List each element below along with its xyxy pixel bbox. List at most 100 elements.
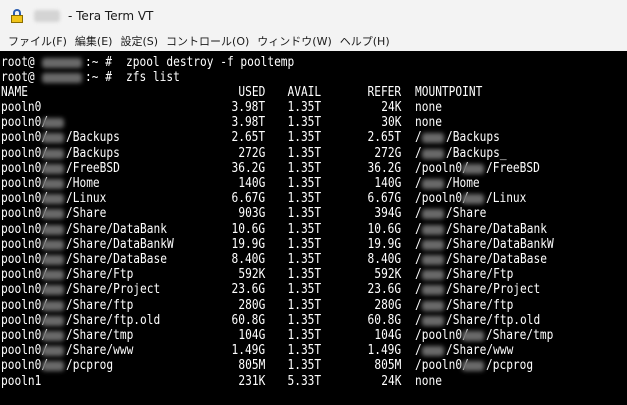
avail-value: 1.35T <box>287 282 321 297</box>
dataset-row: pooln0/ /Share/DataBase 8.40G 1.35T 8.40G / /S… <box>0 252 627 267</box>
redacted-path-segment <box>42 133 65 143</box>
mountpoint-suffix: /Share/ftp <box>445 298 514 313</box>
tera-term-window: - Tera Term VT ファイル(F) 編集(E) 設定(S) コントロール(O… <box>0 0 627 405</box>
dataset-row: pooln0/ /Share/ftp.old 60.8G 1.35T 60.8G / /Sh… <box>0 313 627 328</box>
dataset-row: pooln0/ /Home 140G 1.35T 140G / /Home <box>0 176 627 191</box>
avail-value: 1.35T <box>287 115 321 130</box>
mountpoint-prefix: / <box>415 298 422 313</box>
dataset-row: pooln0/ /pcprog 805M 1.35T 805M/pooln0/ /pcpr… <box>0 358 627 373</box>
refer-value: 280G <box>374 298 401 313</box>
mountpoint-prefix: none <box>415 115 442 130</box>
mountpoint-suffix: /Backups_ <box>445 146 507 161</box>
menu-item[interactable]: 編集(E) <box>71 32 117 50</box>
used-value: 140G <box>238 176 265 191</box>
dataset-name-suffix: /Share/ftp.old <box>66 313 161 328</box>
mountpoint-prefix: / <box>415 267 422 282</box>
mountpoint-prefix: / <box>415 130 422 145</box>
mountpoint-prefix: /pooln0/ <box>415 161 469 176</box>
refer-value: 30K <box>380 115 401 130</box>
prompt-suffix: :~ # <box>85 55 112 70</box>
dataset-name-suffix: /Backups <box>66 130 121 145</box>
used-value: 10.6G <box>231 222 265 237</box>
dataset-name-prefix: pooln0/ <box>1 115 49 130</box>
dataset-name-suffix: /Share/ftp <box>66 298 134 313</box>
redacted-path-segment <box>42 194 65 204</box>
redacted-path-segment <box>42 209 65 219</box>
used-value: 19.9G <box>231 237 265 252</box>
dataset-row: pooln0/ /Share/Project 23.6G 1.35T 23.6G / /Sh… <box>0 282 627 297</box>
dataset-name-suffix: /pcprog <box>66 358 114 373</box>
avail-value: 1.35T <box>287 358 321 373</box>
terminal-screen[interactable]: root@ :~ # zpool destroy -f pooltemp roo… <box>0 53 627 405</box>
mountpoint-prefix: / <box>415 343 422 358</box>
dataset-name-suffix: /Share/DataBank <box>66 222 168 237</box>
menu-item[interactable]: ヘルプ(H) <box>336 32 394 50</box>
redacted-path-segment <box>421 255 444 265</box>
lock-icon[interactable] <box>10 8 24 23</box>
dataset-row: pooln0 3.98T 1.35T 24K none <box>0 100 627 115</box>
dataset-name-suffix: /Share/tmp <box>66 328 134 343</box>
dataset-name-suffix: /FreeBSD <box>66 161 121 176</box>
dataset-name-prefix: pooln0/ <box>1 176 49 191</box>
dataset-name-prefix: pooln0/ <box>1 222 49 237</box>
dataset-name-prefix: pooln0/ <box>1 313 49 328</box>
dataset-name-prefix: pooln0/ <box>1 237 49 252</box>
dataset-name-prefix: pooln0/ <box>1 267 49 282</box>
redacted-path-segment <box>42 240 65 250</box>
avail-value: 1.35T <box>287 146 321 161</box>
redacted-path-segment <box>421 179 444 189</box>
mountpoint-prefix: /pooln0/ <box>415 358 469 373</box>
used-value: 1.49G <box>231 343 265 358</box>
dataset-name-prefix: pooln0/ <box>1 146 49 161</box>
dataset-row: pooln0/ /Backups 2.65T 1.35T 2.65T / /Backups <box>0 130 627 145</box>
menu-item[interactable]: ファイル(F) <box>4 32 71 50</box>
refer-value: 24K <box>380 100 401 115</box>
avail-value: 1.35T <box>287 313 321 328</box>
dataset-row: pooln0/ /Share/www 1.49G 1.35T 1.49G / /Share/… <box>0 343 627 358</box>
mountpoint-suffix: /Share <box>445 206 487 221</box>
mountpoint-suffix: /Home <box>445 176 480 191</box>
redacted-path-segment <box>42 164 65 174</box>
redacted-path-segment <box>462 361 485 371</box>
used-value: 60.8G <box>231 313 265 328</box>
used-value: 805M <box>238 358 265 373</box>
prompt-suffix: :~ # <box>85 70 112 85</box>
command-line: root@ :~ # zpool destroy -f pooltemp <box>0 55 627 70</box>
redacted-path-segment <box>462 164 485 174</box>
mountpoint-suffix: /Share/Ftp <box>445 267 514 282</box>
mountpoint-prefix: / <box>415 146 422 161</box>
header-used: USED <box>238 85 265 100</box>
avail-value: 1.35T <box>287 176 321 191</box>
dataset-name-suffix: /Home <box>66 176 100 191</box>
menu-item[interactable]: コントロール(O) <box>162 32 253 50</box>
menu-item[interactable]: ウィンドウ(W) <box>253 32 335 50</box>
used-value: 272G <box>238 146 265 161</box>
used-value: 2.65T <box>231 130 265 145</box>
avail-value: 1.35T <box>287 237 321 252</box>
title-bar[interactable]: - Tera Term VT <box>0 0 627 31</box>
dataset-row: pooln1 231K 5.33T 24K none <box>0 374 627 389</box>
refer-value: 6.67G <box>367 191 401 206</box>
mountpoint-suffix: /FreeBSD <box>486 161 540 176</box>
mountpoint-suffix: /Share/ftp.old <box>445 313 540 328</box>
avail-value: 1.35T <box>287 298 321 313</box>
command-line: root@ :~ # zfs list <box>0 70 627 85</box>
header-mountpoint: MOUNTPOINT <box>415 85 483 100</box>
command-text: zfs list <box>126 70 180 85</box>
refer-value: 60.8G <box>367 313 401 328</box>
mountpoint-prefix: / <box>415 176 422 191</box>
redacted-path-segment <box>42 118 65 128</box>
refer-value: 19.9G <box>367 237 401 252</box>
prompt-user: root@ <box>1 70 35 85</box>
menu-item[interactable]: 設定(S) <box>116 32 162 50</box>
dataset-name-prefix: pooln0/ <box>1 191 49 206</box>
dataset-row: pooln0/ /Share/tmp 104G 1.35T 104G/pooln0/ /S… <box>0 328 627 343</box>
redacted-path-segment <box>42 285 65 295</box>
refer-value: 24K <box>380 374 401 389</box>
redacted-path-segment <box>421 285 444 295</box>
dataset-name-prefix: pooln0/ <box>1 298 49 313</box>
command-text: zpool destroy -f pooltemp <box>126 55 295 70</box>
dataset-name-prefix: pooln0/ <box>1 343 49 358</box>
avail-value: 1.35T <box>287 161 321 176</box>
redacted-path-segment <box>462 194 485 204</box>
